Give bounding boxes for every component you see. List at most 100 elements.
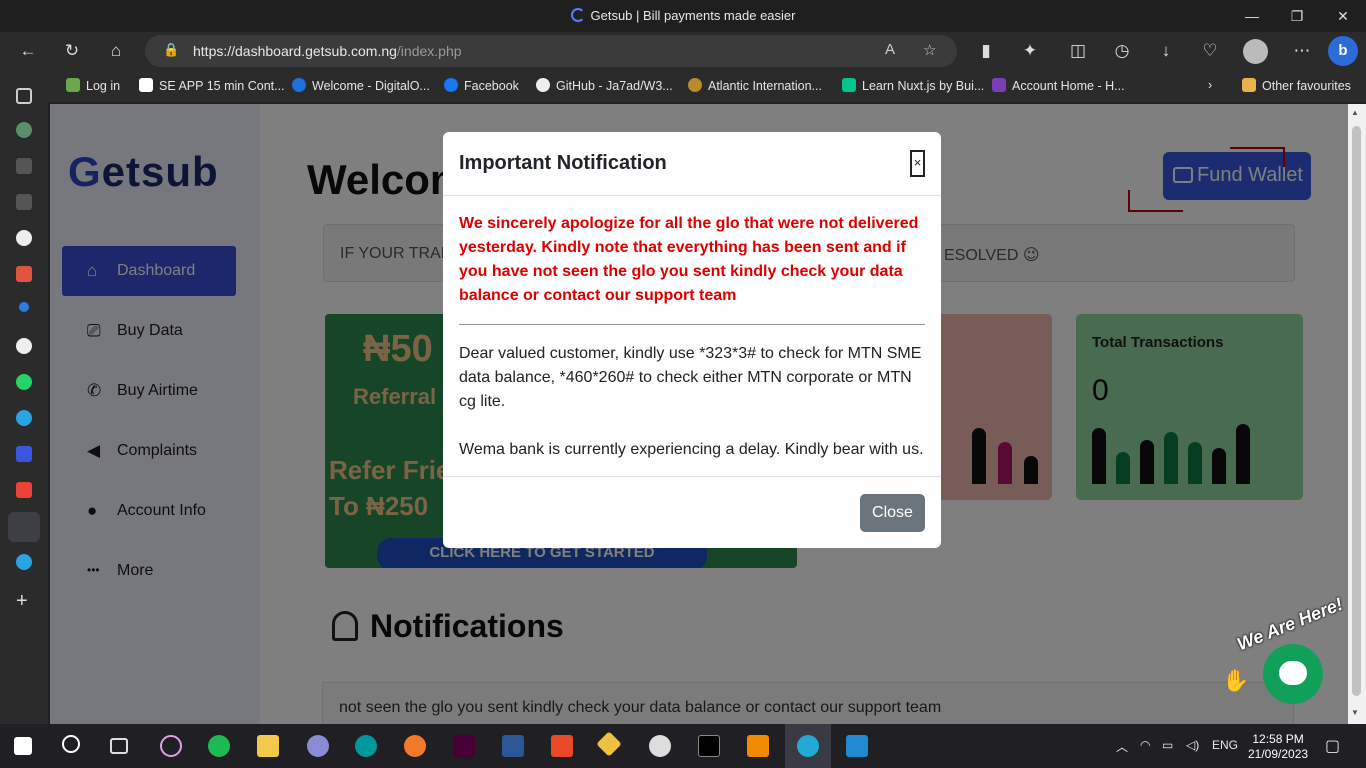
frog-icon <box>66 78 80 92</box>
modal-title: Important Notification <box>459 152 667 174</box>
apology-alert-text: We sincerely apologize for all the glo t… <box>459 215 919 304</box>
vlc-icon[interactable] <box>747 735 769 757</box>
blender-icon[interactable] <box>404 735 426 757</box>
whatsapp-icon[interactable] <box>16 374 32 390</box>
live-chat-button[interactable] <box>1263 644 1323 704</box>
scroll-down-arrow-icon[interactable]: ▼ <box>1351 708 1359 717</box>
globe-icon <box>688 78 702 92</box>
performance-icon[interactable]: ♡ <box>1196 38 1224 64</box>
facebook-icon <box>444 78 458 92</box>
favorite-star-icon[interactable]: ☆ <box>923 41 936 59</box>
restore-button[interactable]: ❐ <box>1281 4 1313 28</box>
show-hidden-icons-chevron-icon[interactable]: ︿ <box>1116 738 1128 755</box>
telegram-icon[interactable] <box>16 410 32 426</box>
bookmarks-bar: Log in SE APP 15 min Cont... Welcome - D… <box>0 70 1366 102</box>
github-icon[interactable] <box>16 230 32 246</box>
telegram-icon[interactable] <box>16 554 32 570</box>
volume-icon[interactable]: ◁) <box>1186 738 1199 752</box>
getsub-active-icon[interactable] <box>8 512 40 542</box>
more-bookmarks-chevron-icon[interactable]: › <box>1208 78 1212 92</box>
tab-actions-icon[interactable] <box>16 88 32 104</box>
modal-close-x-button[interactable]: × <box>910 150 925 177</box>
read-aloud-icon[interactable]: A <box>885 41 895 58</box>
vpn-icon[interactable] <box>307 735 329 757</box>
wifi-icon[interactable]: ◠ <box>1140 738 1150 752</box>
extensions-icon[interactable]: ✦ <box>1016 38 1044 64</box>
github-icon <box>536 78 550 92</box>
edge-browser-icon[interactable] <box>797 735 819 757</box>
minimize-button[interactable]: — <box>1236 4 1268 28</box>
page-icon <box>139 78 153 92</box>
home-browser-icon[interactable]: ⌂ <box>102 38 130 64</box>
settings-more-icon[interactable]: ⋯ <box>1288 38 1316 64</box>
divider <box>459 324 925 325</box>
bookmark-item[interactable]: Learn Nuxt.js by Bui... <box>842 78 984 93</box>
history-icon[interactable]: ◷ <box>1108 38 1136 64</box>
browser-toolbar: ← ↻ ⌂ 🔒 https://dashboard.getsub.com.ng/… <box>0 32 1366 70</box>
refresh-icon[interactable]: ↻ <box>58 38 86 64</box>
other-favourites[interactable]: Other favourites <box>1242 78 1351 93</box>
url-text: https://dashboard.getsub.com.ng/index.ph… <box>193 43 462 59</box>
chatgpt-icon[interactable] <box>16 122 32 138</box>
address-bar[interactable]: 🔒 https://dashboard.getsub.com.ng/index.… <box>145 35 957 67</box>
getsub-icon[interactable] <box>16 446 32 462</box>
media-player-icon[interactable] <box>160 735 182 757</box>
close-window-button[interactable]: ✕ <box>1327 4 1359 28</box>
system-clock[interactable]: 12:58 PM 21/09/2023 <box>1248 732 1308 762</box>
downloads-icon[interactable]: ↓ <box>1152 38 1180 64</box>
nuxt-icon <box>842 78 856 92</box>
powershell-icon[interactable] <box>502 735 524 757</box>
gmail-icon[interactable] <box>16 482 32 498</box>
bookmark-item[interactable]: Facebook <box>444 78 519 93</box>
chat-bubble-icon <box>1279 661 1307 685</box>
git-kraken-icon[interactable] <box>596 731 622 757</box>
search-app-icon[interactable] <box>649 735 671 757</box>
important-notification-modal: Important Notification × We sincerely ap… <box>443 132 941 548</box>
bookmark-item[interactable]: SE APP 15 min Cont... <box>139 78 285 93</box>
battery-icon[interactable]: ▭ <box>1162 738 1173 752</box>
terminal-icon[interactable] <box>698 735 720 757</box>
notifications-center-icon[interactable]: ▢ <box>1325 736 1340 756</box>
bookmark-item[interactable]: Atlantic Internation... <box>688 78 822 93</box>
github-icon[interactable] <box>16 338 32 354</box>
search-icon[interactable] <box>62 735 80 753</box>
scrollbar-thumb[interactable] <box>1352 126 1361 696</box>
adobe-xd-icon[interactable] <box>453 735 475 757</box>
bookmark-item[interactable]: GitHub - Ja7ad/W3... <box>536 78 673 93</box>
spotify-icon[interactable] <box>208 735 230 757</box>
bookmark-item[interactable]: Log in <box>66 78 120 93</box>
collections-icon[interactable]: ▮ <box>972 38 1000 64</box>
window-title: Getsub | Bill payments made easier <box>0 8 1366 23</box>
alx-icon[interactable] <box>16 158 32 174</box>
arduino-icon[interactable] <box>355 735 377 757</box>
wema-bank-info: Wema bank is currently experiencing a de… <box>459 441 924 458</box>
lock-icon: 🔒 <box>163 42 180 57</box>
split-screen-icon[interactable]: ◫ <box>1064 38 1092 64</box>
windows-taskbar: ︿ ◠ ▭ ◁) ENG 12:58 PM 21/09/2023 ▢ <box>0 724 1366 768</box>
task-view-icon[interactable] <box>110 738 128 754</box>
search-icon[interactable] <box>19 302 29 312</box>
scroll-up-arrow-icon[interactable]: ▲ <box>1351 108 1359 117</box>
close-button[interactable]: Close <box>860 494 925 532</box>
profile-avatar[interactable] <box>1243 39 1268 64</box>
bookmark-item[interactable]: Account Home - H... <box>992 78 1125 93</box>
alx-icon[interactable] <box>16 194 32 210</box>
windows-start-icon[interactable] <box>14 737 32 755</box>
modal-header: Important Notification × <box>443 132 941 196</box>
google-icon[interactable] <box>16 266 32 282</box>
filezilla-icon[interactable] <box>551 735 573 757</box>
page-scrollbar[interactable]: ▲ ▼ <box>1348 104 1366 724</box>
balance-check-info: Dear valued customer, kindly use *323*3#… <box>459 345 922 410</box>
edge-vertical-sidebar: + <box>0 88 48 724</box>
modal-footer: Close <box>443 476 941 548</box>
bing-copilot-icon[interactable]: b <box>1328 36 1358 66</box>
file-explorer-icon[interactable] <box>257 735 279 757</box>
getsub-dashboard-page: Getsub ⌂ Dashboard ⎚ Buy Data ✆ Buy Airt… <box>50 104 1348 724</box>
account-icon <box>992 78 1006 92</box>
vscode-icon[interactable] <box>846 735 868 757</box>
bookmark-item[interactable]: Welcome - DigitalO... <box>292 78 430 93</box>
back-icon[interactable]: ← <box>14 38 42 64</box>
language-indicator[interactable]: ENG <box>1212 738 1238 752</box>
waving-hand-icon: ✋ <box>1222 668 1250 693</box>
add-icon[interactable]: + <box>16 591 32 611</box>
